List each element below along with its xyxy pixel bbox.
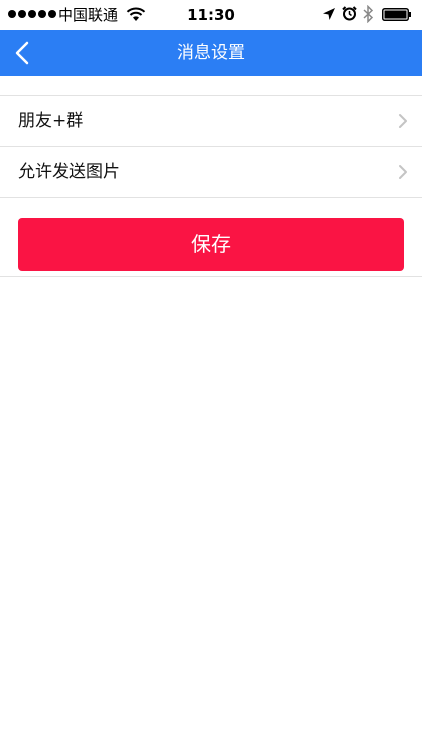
alarm-icon [342, 6, 357, 21]
settings-list: 朋友+群 允许发送图片 [0, 96, 422, 198]
chevron-left-icon [15, 41, 29, 65]
chevron-right-icon [399, 114, 407, 128]
divider [0, 276, 422, 277]
status-time: 11:30 [187, 6, 235, 24]
settings-item-label: 朋友+群 [18, 111, 84, 131]
battery-icon [382, 8, 411, 21]
save-button[interactable]: 保存 [18, 218, 404, 271]
back-button[interactable] [0, 30, 44, 76]
chevron-right-icon [399, 165, 407, 179]
section-spacer [0, 76, 422, 96]
navigation-bar: 消息设置 [0, 30, 422, 76]
settings-item-allow-send-images[interactable]: 允许发送图片 [0, 147, 422, 198]
bluetooth-icon [363, 5, 374, 23]
page-title: 消息设置 [177, 43, 245, 63]
settings-item-label: 允许发送图片 [18, 162, 120, 182]
location-icon [323, 8, 335, 20]
settings-item-friends-groups[interactable]: 朋友+群 [0, 96, 422, 147]
status-bar: 中国联通 11:30 [0, 0, 422, 30]
